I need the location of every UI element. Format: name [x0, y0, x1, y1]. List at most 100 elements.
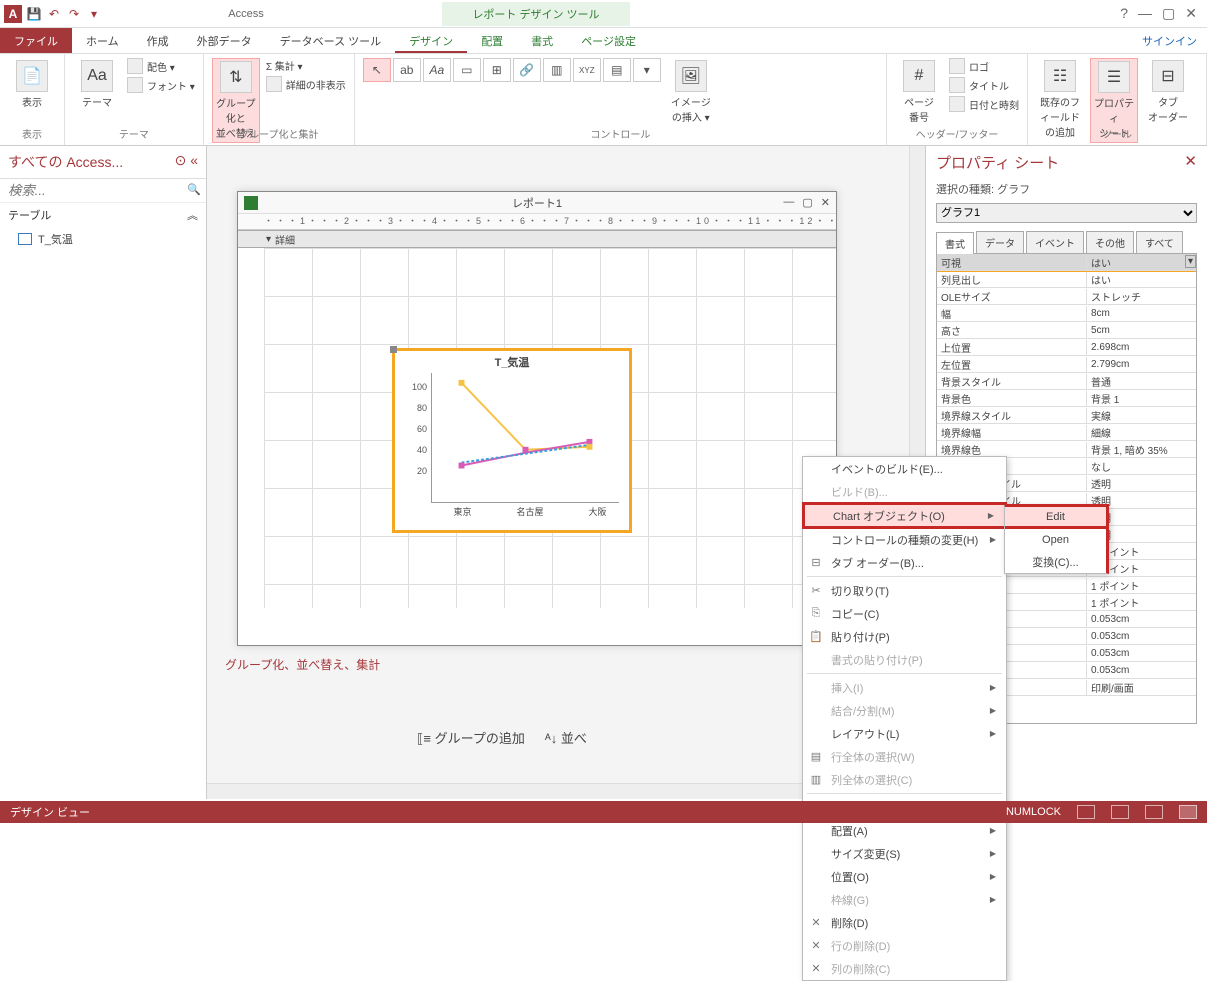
- row-icon: ▤: [809, 750, 823, 763]
- property-row[interactable]: 高さ5cm: [937, 322, 1196, 339]
- add-group-button[interactable]: ⟦≡ グループの追加: [417, 728, 525, 747]
- redo-icon[interactable]: ↷: [66, 6, 82, 22]
- signin-link[interactable]: サインイン: [1132, 28, 1207, 53]
- property-row[interactable]: 境界線スタイル実線: [937, 407, 1196, 424]
- detail-section-bar[interactable]: ▾詳細: [238, 230, 836, 248]
- logo-button[interactable]: ロゴ: [949, 58, 1019, 74]
- add-sort-button[interactable]: ᴬ↓ 並べ: [545, 728, 587, 747]
- button-icon[interactable]: ▭: [453, 58, 481, 82]
- colors-button[interactable]: 配色 ▾: [127, 58, 195, 74]
- menu-position[interactable]: 位置(O)▶: [803, 865, 1006, 888]
- search-input[interactable]: [8, 183, 187, 198]
- menu-layout[interactable]: レイアウト(L)▶: [803, 722, 1006, 745]
- combo-icon[interactable]: ▥: [543, 58, 571, 82]
- property-row[interactable]: 左位置2.799cm: [937, 356, 1196, 373]
- menu-size[interactable]: サイズ変更(S)▶: [803, 842, 1006, 865]
- property-row[interactable]: 上位置2.698cm: [937, 339, 1196, 356]
- page-number-button[interactable]: #ページ 番号: [895, 58, 943, 126]
- save-icon[interactable]: 💾: [26, 6, 42, 22]
- tab-format[interactable]: 書式: [517, 28, 567, 53]
- insert-image-button[interactable]: 🖼イメージ の挿入 ▾: [667, 58, 715, 126]
- help-icon[interactable]: ?: [1120, 5, 1128, 22]
- menu-change-control[interactable]: コントロールの種類の変更(H)▶: [803, 528, 1006, 551]
- property-row[interactable]: 幅8cm: [937, 305, 1196, 322]
- xyz-icon[interactable]: XYZ: [573, 58, 601, 82]
- more-icon[interactable]: ▾: [633, 58, 661, 82]
- menu-copy[interactable]: ⎘コピー(C): [803, 602, 1006, 625]
- nav-item-table[interactable]: T_気温: [0, 227, 206, 251]
- prop-tab-other[interactable]: その他: [1086, 231, 1134, 253]
- prop-tab-data[interactable]: データ: [976, 231, 1024, 253]
- tab-design[interactable]: デザイン: [395, 28, 467, 53]
- property-row[interactable]: 背景スタイル普通: [937, 373, 1196, 390]
- fonts-button[interactable]: フォント ▾: [127, 77, 195, 93]
- property-row[interactable]: 背景色背景 1: [937, 390, 1196, 407]
- tab-icon[interactable]: ⊞: [483, 58, 511, 82]
- menu-chart-object[interactable]: Chart オブジェクト(O)▶: [802, 502, 1007, 529]
- view-button[interactable]: 📄表示: [8, 58, 56, 111]
- tab-dbtools[interactable]: データベース ツール: [266, 28, 396, 53]
- hide-details-button[interactable]: 詳細の非表示: [266, 76, 346, 92]
- property-row[interactable]: 可視はい ▾: [937, 254, 1196, 271]
- totals-button[interactable]: Σ 集計 ▾: [266, 58, 346, 73]
- design-grid[interactable]: T_気温 10080604020 東京名: [264, 248, 836, 608]
- restore-icon[interactable]: ▢: [1162, 5, 1175, 22]
- textbox-icon[interactable]: ab: [393, 58, 421, 82]
- print-preview-icon[interactable]: [1111, 805, 1129, 819]
- property-row[interactable]: 境界線幅細線: [937, 424, 1196, 441]
- tab-file[interactable]: ファイル: [0, 28, 72, 53]
- search-icon[interactable]: 🔍: [187, 183, 201, 198]
- tab-create[interactable]: 作成: [133, 28, 183, 53]
- image-icon: 🖼: [675, 60, 707, 92]
- nav-header[interactable]: すべての Access...⊙ «: [0, 146, 206, 179]
- property-row[interactable]: OLEサイズストレッチ: [937, 288, 1196, 305]
- design-view-icon[interactable]: [1179, 805, 1197, 819]
- nav-category-tables[interactable]: テーブル︽: [0, 203, 206, 227]
- controls-gallery[interactable]: ↖ ab Aa ▭ ⊞ 🔗 ▥ XYZ ▤ ▾: [363, 58, 661, 82]
- menu-event-build[interactable]: イベントのビルド(E)...: [803, 457, 1006, 480]
- title-button[interactable]: タイトル: [949, 77, 1019, 93]
- theme-icon: Aa: [81, 60, 113, 92]
- submenu-convert[interactable]: 変換(C)...: [1005, 551, 1106, 573]
- tab-home[interactable]: ホーム: [72, 28, 133, 53]
- collapse-icon[interactable]: ︽: [187, 207, 198, 223]
- copy-icon: ⎘: [809, 607, 823, 620]
- prop-tab-format[interactable]: 書式: [936, 232, 974, 254]
- label-icon[interactable]: Aa: [423, 58, 451, 82]
- tab-external[interactable]: 外部データ: [183, 28, 266, 53]
- submenu-open[interactable]: Open: [1005, 529, 1106, 551]
- prop-tab-event[interactable]: イベント: [1026, 231, 1084, 253]
- list-icon[interactable]: ▤: [603, 58, 631, 82]
- resize-handle[interactable]: [390, 346, 397, 353]
- layout-view-icon[interactable]: [1145, 805, 1163, 819]
- chart-object[interactable]: T_気温 10080604020 東京名: [392, 348, 632, 533]
- object-selector[interactable]: グラフ1: [936, 203, 1197, 223]
- link-icon[interactable]: 🔗: [513, 58, 541, 82]
- group-grouping: ⇅グループ化と 並べ替え Σ 集計 ▾ 詳細の非表示 グループ化と集計: [204, 54, 355, 145]
- menu-delete[interactable]: ✕削除(D): [803, 911, 1006, 934]
- tab-order-button[interactable]: ⊟タブ オーダー: [1144, 58, 1192, 126]
- grouping-toolbar: ⟦≡ グループの追加 ᴬ↓ 並べ: [417, 728, 587, 747]
- menu-paste[interactable]: 📋貼り付け(P): [803, 625, 1006, 648]
- minimize-icon[interactable]: —: [1138, 5, 1152, 22]
- group-label: 表示: [8, 126, 56, 141]
- delete-icon: ✕: [809, 916, 823, 929]
- tab-page-setup[interactable]: ページ設定: [567, 28, 650, 53]
- horizontal-ruler[interactable]: ・・・1・・・2・・・3・・・4・・・5・・・6・・・7・・・8・・・9・・・1…: [238, 214, 836, 230]
- theme-button[interactable]: Aaテーマ: [73, 58, 121, 111]
- report-titlebar[interactable]: レポート1 —▢✕: [238, 192, 836, 214]
- undo-icon[interactable]: ↶: [46, 6, 62, 22]
- datetime-button[interactable]: 日付と時刻: [949, 96, 1019, 112]
- close-icon[interactable]: ✕: [1184, 152, 1197, 173]
- submenu-edit[interactable]: Edit: [1005, 507, 1106, 529]
- chevron-down-icon[interactable]: ⊙ «: [175, 152, 198, 172]
- close-icon[interactable]: ✕: [1185, 5, 1197, 22]
- prop-tab-all[interactable]: すべて: [1136, 231, 1183, 253]
- menu-tab-order[interactable]: ⊟タブ オーダー(B)...: [803, 551, 1006, 574]
- pointer-icon[interactable]: ↖: [363, 58, 391, 82]
- menu-cut[interactable]: ✂切り取り(T): [803, 579, 1006, 602]
- qat-customize-icon[interactable]: ▾: [86, 6, 102, 22]
- property-row[interactable]: 列見出しはい: [937, 271, 1196, 288]
- tab-arrange[interactable]: 配置: [467, 28, 517, 53]
- report-view-icon[interactable]: [1077, 805, 1095, 819]
